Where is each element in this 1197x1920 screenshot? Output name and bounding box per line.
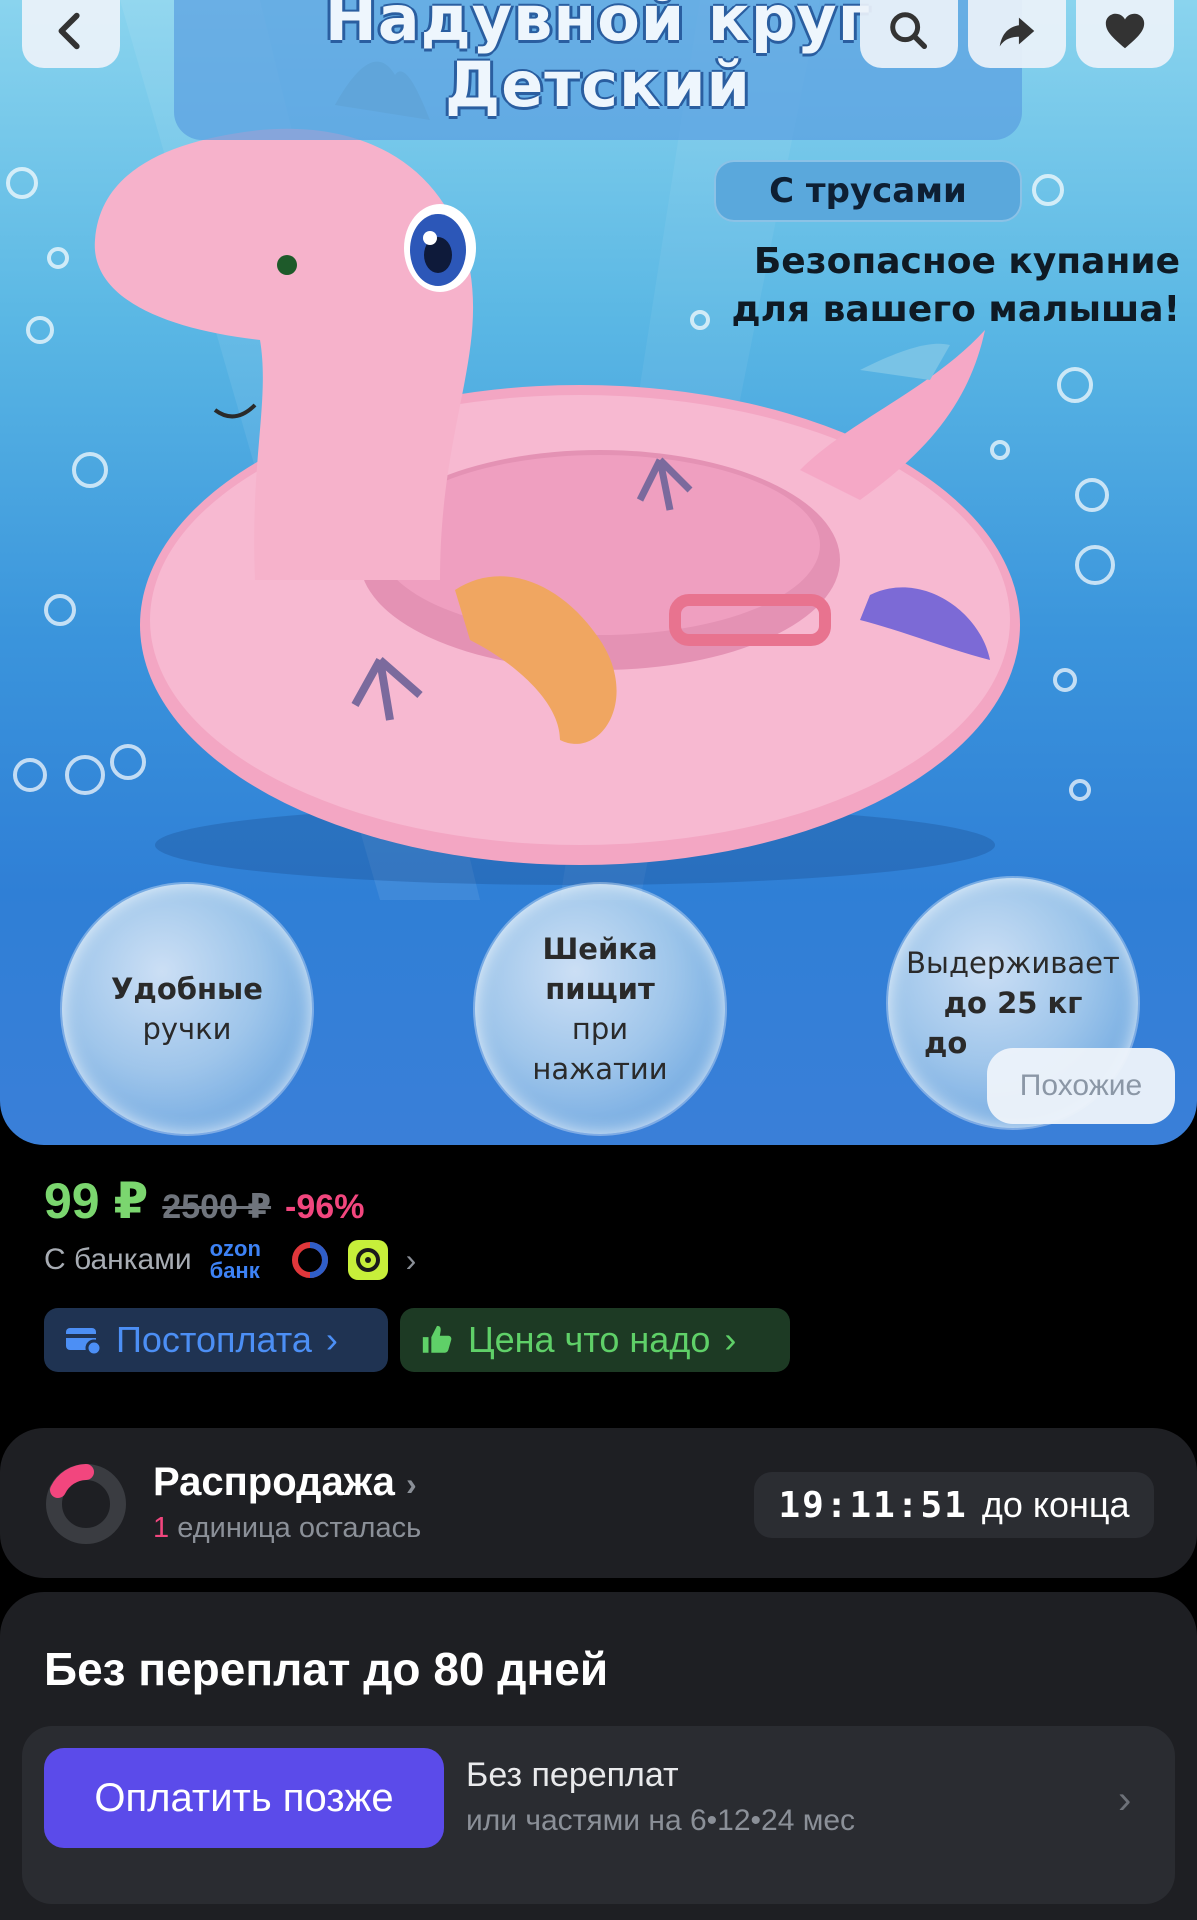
back-button[interactable]	[22, 0, 120, 68]
product-tagline: Безопасное купание для вашего малыша!	[700, 238, 1180, 334]
feature-bubble-squeak: Шейка пищит при нажатии	[475, 884, 725, 1134]
card-icon	[66, 1328, 102, 1356]
similar-button[interactable]: Похожие	[987, 1048, 1175, 1124]
thumbs-up-icon	[422, 1325, 452, 1353]
ozon-bank-logo-line-2: банк	[209, 1258, 260, 1283]
bank-logo-icon	[347, 1240, 388, 1280]
bubble-text: до	[924, 1026, 968, 1060]
stock-text: единица осталась	[177, 1512, 422, 1544]
sale-title-text: Распродажа	[153, 1460, 395, 1504]
chevron-right-icon: ›	[724, 1319, 737, 1360]
chevron-right-icon: ›	[1118, 1778, 1132, 1822]
postpay-label: Постоплата	[116, 1319, 312, 1360]
product-image[interactable]: Надувной круг Детский С трусами Безопасн…	[0, 0, 1197, 1145]
title-line-2: Детский	[445, 48, 751, 121]
favorite-button[interactable]	[1076, 0, 1174, 68]
pay-later-button[interactable]: Оплатить позже	[44, 1748, 444, 1848]
bubble-text: Удобные	[111, 972, 263, 1006]
price-row: 99 ₽ 2500 ₽ -96%	[44, 1172, 364, 1230]
bubble-text: Выдерживает	[906, 946, 1120, 980]
stock-count: 1	[153, 1512, 170, 1544]
sale-timer: 19:11:51 до конца	[754, 1472, 1154, 1538]
bnpl-line-2: или частями на 6•12•24 мес	[466, 1804, 856, 1837]
tagline-line-1: Безопасное купание	[753, 241, 1180, 282]
bubble-text: ручки	[142, 1012, 232, 1046]
current-price: 99 ₽	[44, 1173, 149, 1229]
fair-price-tag[interactable]: Цена что надо ›	[400, 1308, 790, 1372]
chevron-left-icon	[58, 12, 80, 50]
feature-badge: С трусами	[714, 160, 1022, 222]
ozon-bank-logo: ozon банк	[210, 1238, 272, 1282]
chevron-right-icon: ›	[325, 1319, 338, 1360]
feature-bubble-handles: Удобные ручки	[62, 884, 312, 1134]
bank-offers-row[interactable]: С банками ozon банк ›	[44, 1236, 416, 1284]
timer-suffix: до конца	[981, 1484, 1130, 1525]
timer-value: 19:11:51	[778, 1484, 968, 1526]
bubble-text: нажатии	[532, 1052, 668, 1086]
bubble-text: пищит	[545, 972, 655, 1006]
bank-logo-icon	[290, 1240, 330, 1280]
title-line-1: Надувной круг	[324, 0, 872, 55]
stock-ring-icon	[46, 1464, 126, 1544]
banks-label: С банками	[44, 1243, 192, 1276]
bubble-text: при	[571, 1012, 629, 1046]
chevron-right-icon: ›	[405, 1241, 417, 1278]
search-button[interactable]	[860, 0, 958, 68]
bubble-text: до 25 кг	[943, 986, 1083, 1020]
share-button[interactable]	[968, 0, 1066, 68]
old-price: 2500 ₽	[162, 1188, 272, 1226]
sale-title[interactable]: Распродажа ›	[153, 1460, 417, 1505]
stock-remaining: 1 единица осталась	[153, 1512, 421, 1545]
heart-icon	[1105, 13, 1145, 49]
search-icon	[890, 12, 928, 50]
fair-price-label: Цена что надо	[468, 1319, 711, 1360]
share-icon	[999, 17, 1035, 47]
tagline-line-2: для вашего малыша!	[731, 289, 1180, 330]
discount-badge: -96%	[285, 1188, 365, 1226]
chevron-right-icon: ›	[406, 1466, 417, 1502]
bubble-text: Шейка	[542, 932, 658, 966]
bnpl-title: Без переплат до 80 дней	[44, 1643, 609, 1695]
postpay-tag[interactable]: Постоплата ›	[44, 1308, 388, 1372]
bnpl-line-1: Без переплат	[466, 1756, 679, 1794]
